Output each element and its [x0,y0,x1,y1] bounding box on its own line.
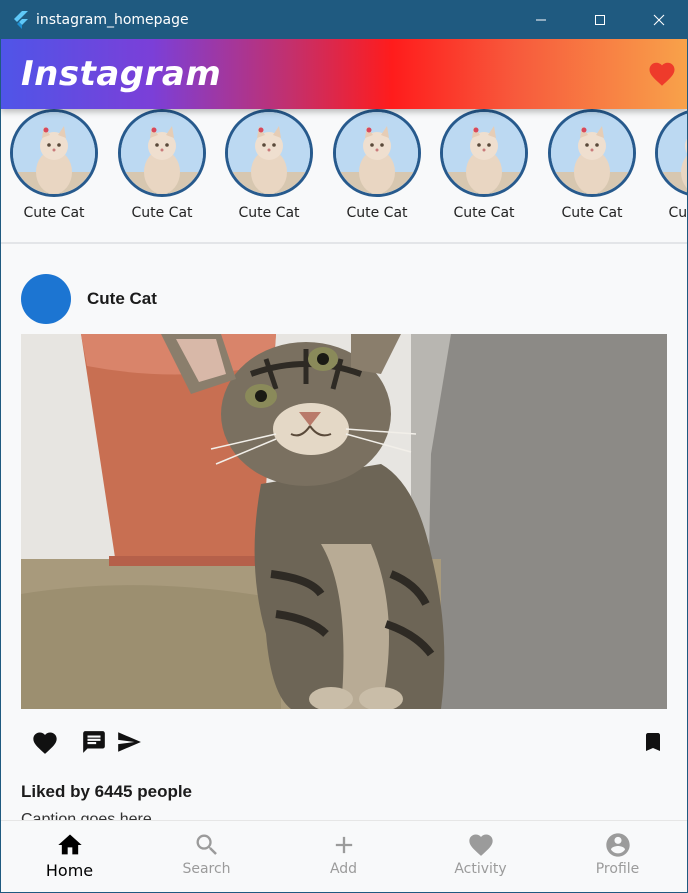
story-avatar [225,109,313,197]
minimize-button[interactable] [511,0,570,39]
search-icon [196,834,217,855]
cat-photo-icon [551,112,633,194]
stories-row[interactable]: Cute Cat Cute Cat Cute Cat Cute Cat Cute… [1,109,687,244]
like-button[interactable] [31,729,59,762]
story-item[interactable]: Cute Cat [9,109,99,221]
story-item[interactable]: Cute Cat [117,109,207,221]
story-avatar [440,109,528,197]
nav-label: Add [329,861,358,877]
story-name: Cute Cat [23,205,85,221]
share-button[interactable] [116,729,142,760]
send-icon [118,732,141,752]
flutter-logo-icon [12,10,30,29]
nav-add[interactable]: Add [275,821,412,892]
comment-icon [83,731,105,753]
story-name: Cute Cat [668,205,687,221]
story-avatar [655,109,687,197]
home-icon [57,834,82,855]
kitten-photo-icon [21,334,667,709]
post-image[interactable] [21,334,667,709]
window-title: instagram_homepage [36,11,189,28]
post-header: Cute Cat [21,274,157,324]
app-bar: Instagram [1,39,687,109]
story-avatar [333,109,421,197]
story-item[interactable]: Cute Cat [332,109,422,221]
story-item[interactable]: Cute Cat [547,109,637,221]
heart-icon [33,732,57,754]
post-username[interactable]: Cute Cat [87,289,157,309]
heart-icon[interactable] [647,59,677,89]
cat-photo-icon [658,112,687,194]
nav-label: Search [182,861,231,877]
likes-count: Liked by 6445 people [21,782,193,801]
maximize-button[interactable] [570,0,629,39]
close-icon [653,14,664,25]
close-button[interactable] [629,0,688,39]
bottom-navigation: Home Search Add Activity Profile [1,820,687,892]
avatar[interactable] [21,274,71,324]
comment-button[interactable] [81,729,107,760]
nav-label: Profile [595,861,640,877]
story-item[interactable]: Cute Cat [439,109,529,221]
cat-photo-icon [228,112,310,194]
bookmark-icon [646,733,660,751]
story-avatar [548,109,636,197]
brand-logo-text: Instagram [21,54,222,94]
story-name: Cute Cat [131,205,193,221]
nav-profile[interactable]: Profile [549,821,686,892]
nav-label: Activity [454,861,507,877]
story-item[interactable]: Cute Cat [654,109,687,221]
app-surface: Instagram Cute Cat Cute Cat Cute Cat Cut… [1,39,687,892]
heart-icon [468,834,493,856]
window-titlebar: instagram_homepage [0,0,688,39]
add-icon [335,836,352,854]
story-name: Cute Cat [346,205,408,221]
profile-icon [605,833,630,857]
cat-photo-icon [443,112,525,194]
story-name: Cute Cat [453,205,515,221]
story-avatar [10,109,98,197]
bookmark-button[interactable] [641,729,665,760]
cat-photo-icon [121,112,203,194]
minimize-icon [535,19,546,20]
post-actions [21,729,667,759]
nav-search[interactable]: Search [138,821,275,892]
maximize-icon [594,14,605,25]
cat-photo-icon [13,112,95,194]
nav-activity[interactable]: Activity [412,821,549,892]
story-name: Cute Cat [561,205,623,221]
story-avatar [118,109,206,197]
story-name: Cute Cat [238,205,300,221]
nav-home[interactable]: Home [1,821,138,892]
cat-photo-icon [336,112,418,194]
nav-label: Home [45,861,94,880]
story-item[interactable]: Cute Cat [224,109,314,221]
